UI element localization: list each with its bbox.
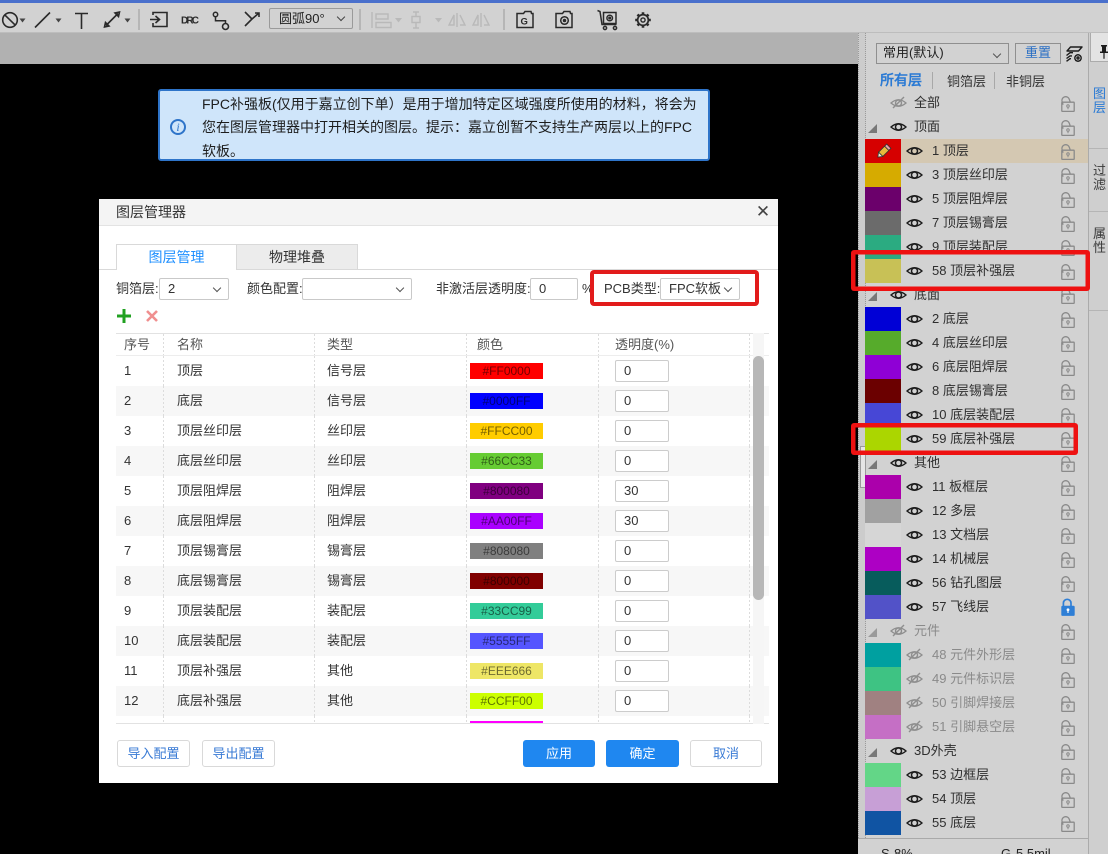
svg-text:G: G <box>521 17 528 28</box>
svg-text:DRC: DRC <box>181 16 199 27</box>
